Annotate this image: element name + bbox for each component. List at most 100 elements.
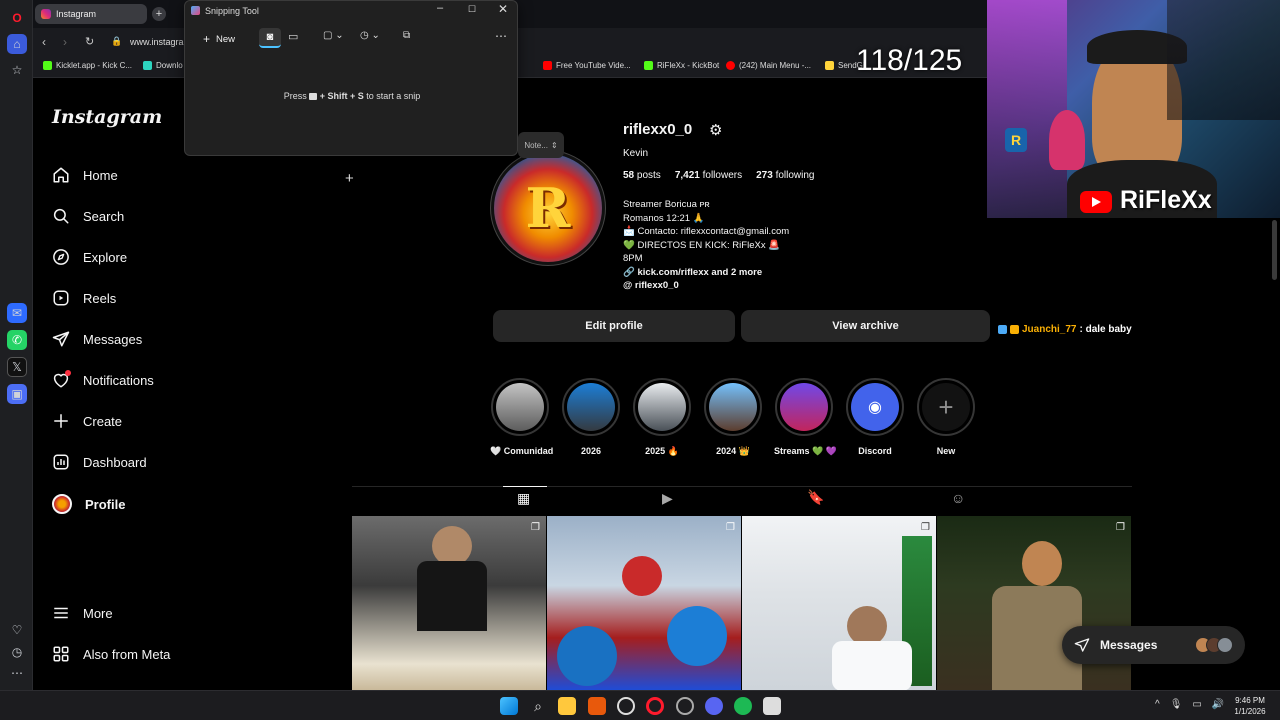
instagram-logo[interactable]: Instagram: [52, 106, 162, 128]
nav-notifications[interactable]: Notifications: [52, 370, 154, 389]
post-thumbnail[interactable]: ❐: [547, 516, 741, 690]
instagram-sidebar: Instagram Home Search Explore Reels Mess…: [34, 78, 264, 690]
home-icon: [53, 167, 69, 183]
opera-icon[interactable]: [646, 697, 664, 715]
nav-also-from-meta[interactable]: Also from Meta: [52, 645, 170, 663]
nav-more[interactable]: More: [52, 604, 113, 622]
send-icon: [1074, 638, 1090, 652]
nav-dashboard[interactable]: Dashboard: [52, 453, 147, 471]
heart-icon[interactable]: ♡: [7, 620, 27, 640]
minimize-button[interactable]: –: [437, 2, 443, 14]
close-button[interactable]: ✕: [498, 2, 508, 16]
system-tray-icons[interactable]: ^🎙▭🔊: [1155, 699, 1234, 710]
whatsapp-icon[interactable]: ✆: [7, 330, 27, 350]
plus-icon: +: [922, 383, 970, 431]
bookmark-item[interactable]: Kicklet.app - Kick C...: [43, 61, 132, 70]
following-stat[interactable]: 273 following: [756, 170, 814, 181]
bookmark-item[interactable]: RiFleXx - KickBot: [644, 61, 719, 70]
snip-shape-dropdown[interactable]: ▢ ⌄: [323, 30, 344, 41]
clock[interactable]: 9:46 PM 1/1/2026: [1228, 695, 1272, 717]
text-actions-icon[interactable]: ⧉: [403, 30, 410, 41]
download-icon: [143, 61, 152, 70]
new-highlight-button[interactable]: + New: [916, 378, 976, 456]
followers-stat[interactable]: 7,421 followers: [675, 170, 742, 181]
nav-create[interactable]: Create: [52, 412, 122, 430]
nav-home[interactable]: Home: [52, 166, 118, 184]
bookmark-item[interactable]: Downlo: [143, 61, 183, 70]
app-icon[interactable]: ▣: [7, 384, 27, 404]
profile-username: riflexx0_0: [623, 121, 693, 138]
nav-reels[interactable]: Reels: [52, 289, 116, 307]
search-icon: [53, 208, 69, 224]
edit-profile-button[interactable]: Edit profile: [493, 310, 735, 342]
tab-saved-bookmark-icon[interactable]: 🔖: [807, 489, 824, 506]
more-icon[interactable]: ⋯: [7, 663, 27, 683]
messenger-icon[interactable]: ✉: [7, 303, 27, 323]
new-tab-button[interactable]: +: [152, 7, 166, 21]
spotify-icon[interactable]: [734, 697, 752, 715]
discord-icon[interactable]: [705, 697, 723, 715]
home-icon[interactable]: ⌂: [7, 34, 27, 54]
snip-hint: Press + Shift + S to start a snip: [283, 91, 421, 101]
view-archive-button[interactable]: View archive: [741, 310, 990, 342]
profile-link[interactable]: 🔗 kick.com/riflexx and 2 more: [623, 266, 789, 280]
screenshot-mode-button[interactable]: ◙: [259, 28, 281, 48]
app-icon[interactable]: [588, 697, 606, 715]
windows-key-icon: [309, 93, 318, 101]
menu-icon: [54, 607, 68, 619]
delay-timer-dropdown[interactable]: ◷ ⌄: [360, 30, 380, 41]
video-mode-icon[interactable]: ▭: [288, 30, 298, 43]
url-text[interactable]: www.instagram: [130, 37, 191, 47]
x-twitter-icon[interactable]: 𝕏: [7, 357, 27, 377]
history-icon[interactable]: ◷: [7, 642, 27, 662]
post-thumbnail[interactable]: ❐: [352, 516, 546, 690]
app-icon[interactable]: [676, 697, 694, 715]
more-options-icon[interactable]: ⋯: [495, 29, 507, 43]
search-icon[interactable]: ⌕: [529, 697, 547, 715]
new-snip-button[interactable]: + New: [195, 29, 243, 49]
opera-logo-icon[interactable]: O: [7, 8, 27, 28]
notes-widget[interactable]: Note... ⇕: [518, 132, 564, 158]
r-logo-decor: R: [1005, 128, 1027, 152]
nav-explore[interactable]: Explore: [52, 248, 127, 266]
tab-posts-grid-icon[interactable]: ▦: [517, 490, 530, 507]
tab-instagram[interactable]: Instagram: [35, 4, 147, 24]
start-button[interactable]: [500, 697, 518, 715]
divider: [352, 486, 1132, 487]
reload-icon[interactable]: ↻: [85, 35, 94, 48]
file-explorer-icon[interactable]: [558, 697, 576, 715]
obs-icon[interactable]: [617, 697, 635, 715]
post-thumbnail[interactable]: ❐: [742, 516, 936, 690]
star-icon[interactable]: ☆: [7, 60, 27, 80]
highlight-item[interactable]: 2024 👑: [703, 378, 763, 457]
tab-reels-icon[interactable]: ▶: [662, 490, 673, 507]
posts-stat[interactable]: 58 posts: [623, 170, 661, 181]
back-icon[interactable]: ‹: [42, 35, 46, 49]
nav-profile[interactable]: Profile: [52, 494, 125, 514]
highlight-item[interactable]: 2026: [561, 378, 621, 456]
window-title: Snipping Tool: [205, 6, 259, 16]
highlight-item[interactable]: 2025 🔥: [632, 378, 692, 457]
carousel-icon: ❐: [531, 522, 540, 533]
tab-tagged-icon[interactable]: ☺: [951, 490, 965, 506]
snipping-tool-icon[interactable]: [763, 697, 781, 715]
maximize-button[interactable]: ☐: [468, 4, 476, 15]
microphone-arm: [1167, 0, 1280, 120]
bookmark-item[interactable]: Free YouTube Vide...: [543, 61, 631, 70]
forward-icon[interactable]: ›: [63, 35, 67, 49]
badge-icon: [1010, 325, 1019, 334]
notification-dot: [65, 370, 71, 376]
messages-pill[interactable]: Messages: [1062, 626, 1245, 664]
page-scrollbar[interactable]: [1272, 220, 1277, 280]
nav-messages[interactable]: Messages: [52, 330, 142, 348]
threads-link[interactable]: @ riflexx0_0: [623, 279, 789, 293]
plus-icon: +: [203, 32, 211, 46]
highlight-item[interactable]: ◉ Discord: [845, 378, 905, 456]
profile-avatar[interactable]: R: [490, 150, 606, 266]
highlight-item[interactable]: Streams 💚 💜: [774, 378, 837, 457]
bookmark-item[interactable]: (242) Main Menu -...: [726, 61, 811, 70]
nav-search[interactable]: Search: [52, 207, 124, 225]
highlight-item[interactable]: 🤍 Comunidad: [490, 378, 553, 457]
santa-figure: [1049, 110, 1085, 170]
settings-gear-icon[interactable]: ⚙: [709, 121, 722, 139]
